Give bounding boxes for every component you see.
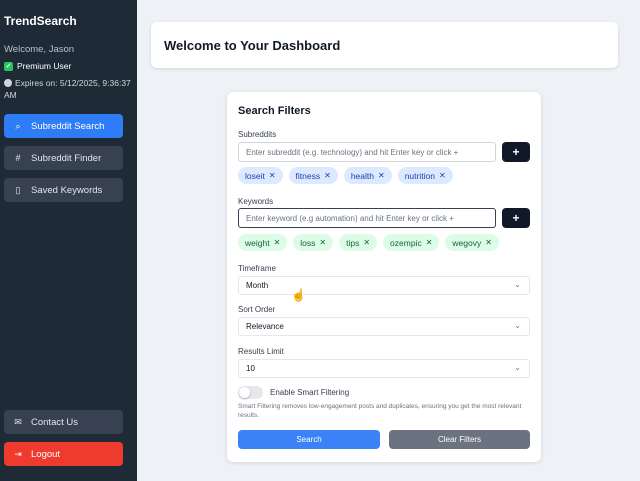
bookmark-icon: ▯: [15, 184, 21, 195]
close-icon[interactable]: ✕: [426, 238, 433, 247]
smart-filtering-label: Enable Smart Filtering: [270, 388, 350, 397]
sort-order-select[interactable]: Relevance ⌄: [238, 317, 530, 336]
close-icon[interactable]: ✕: [319, 238, 326, 247]
tag-keyword[interactable]: loss ✕: [293, 234, 334, 251]
welcome-text: Welcome, Jason: [4, 44, 75, 55]
tag-keyword[interactable]: tips ✕: [339, 234, 378, 251]
clock-icon: [4, 79, 12, 87]
premium-badge: ✓ Premium User: [4, 61, 71, 71]
keyword-placeholder: Enter keyword (e.g automation) and hit E…: [246, 213, 454, 223]
chevron-down-icon: ⌄: [514, 363, 521, 372]
logout-label: Logout: [31, 448, 61, 460]
close-icon[interactable]: ✕: [274, 238, 281, 247]
smart-filtering-toggle[interactable]: [238, 386, 263, 399]
smart-filtering-note: Smart Filtering removes low-engagement p…: [238, 403, 522, 419]
timeframe-select[interactable]: Month ⌄: [238, 276, 530, 295]
results-limit-value: 10: [246, 364, 255, 373]
timeframe-value: Month: [246, 281, 269, 290]
brand-title: TrendSearch: [4, 14, 77, 28]
chevron-down-icon: ⌄: [514, 321, 521, 330]
close-icon[interactable]: ✕: [269, 171, 276, 180]
timeframe-label: Timeframe: [238, 264, 276, 273]
close-icon[interactable]: ✕: [363, 238, 370, 247]
tag-subreddit[interactable]: loseit ✕: [238, 167, 283, 184]
clear-filters-button[interactable]: Clear Filters: [389, 430, 530, 449]
sort-order-value: Relevance: [246, 322, 284, 331]
subreddit-input[interactable]: Enter subreddit (e.g. technology) and hi…: [238, 142, 496, 162]
keyword-input[interactable]: Enter keyword (e.g automation) and hit E…: [238, 208, 496, 228]
sort-order-label: Sort Order: [238, 305, 276, 314]
keyword-tags: weight ✕ loss ✕ tips ✕ ozempic ✕ wegovy ✕: [238, 234, 499, 251]
nav-subreddit-search[interactable]: ⌕ Subreddit Search: [4, 114, 123, 138]
sidebar: TrendSearch Welcome, Jason ✓ Premium Use…: [0, 0, 137, 481]
close-icon[interactable]: ✕: [485, 238, 492, 247]
tag-keyword[interactable]: wegovy ✕: [445, 234, 499, 251]
results-limit-label: Results Limit: [238, 347, 284, 356]
check-icon: ✓: [4, 61, 13, 71]
contact-label: Contact Us: [31, 416, 78, 428]
close-icon[interactable]: ✕: [439, 171, 446, 180]
hash-icon: #: [15, 153, 21, 163]
results-limit-select[interactable]: 10 ⌄: [238, 359, 530, 378]
logout-button[interactable]: ⇥ Logout: [4, 442, 123, 466]
contact-us-button[interactable]: ✉ Contact Us: [4, 410, 123, 434]
subreddits-label: Subreddits: [238, 130, 277, 139]
nav-saved-keywords[interactable]: ▯ Saved Keywords: [4, 178, 123, 202]
expiry-text: Expires on: 5/12/2025, 9:36:37 AM: [4, 78, 131, 100]
mail-icon: ✉: [14, 416, 22, 427]
tag-subreddit[interactable]: nutrition ✕: [397, 167, 453, 184]
keywords-label: Keywords: [238, 197, 274, 206]
subreddit-placeholder: Enter subreddit (e.g. technology) and hi…: [246, 147, 459, 157]
page-title: Welcome to Your Dashboard: [164, 38, 341, 53]
add-keyword-button[interactable]: +: [502, 208, 530, 228]
nav-label: Saved Keywords: [31, 184, 103, 196]
close-icon[interactable]: ✕: [324, 171, 331, 180]
plus-icon: +: [512, 211, 520, 225]
toggle-knob: [239, 387, 250, 398]
cursor-icon: ☝: [291, 288, 306, 302]
nav-subreddit-finder[interactable]: # Subreddit Finder: [4, 146, 123, 170]
search-icon: ⌕: [15, 120, 21, 131]
panel-title: Search Filters: [238, 105, 311, 117]
add-subreddit-button[interactable]: +: [502, 142, 530, 162]
chevron-down-icon: ⌄: [514, 280, 521, 289]
search-button[interactable]: Search: [238, 430, 380, 449]
header-card: Welcome to Your Dashboard: [151, 22, 618, 68]
nav-label: Subreddit Finder: [31, 152, 102, 164]
tag-subreddit[interactable]: health ✕: [343, 167, 392, 184]
plus-icon: +: [512, 145, 520, 159]
premium-label: Premium User: [17, 61, 72, 71]
logout-icon: ⇥: [14, 448, 22, 459]
search-filters-panel: Search Filters Subreddits Enter subreddi…: [227, 92, 541, 462]
tag-keyword[interactable]: weight ✕: [238, 234, 288, 251]
nav-label: Subreddit Search: [31, 120, 105, 132]
tag-subreddit[interactable]: fitness ✕: [288, 167, 338, 184]
main-content: Welcome to Your Dashboard Search Filters…: [137, 0, 640, 481]
close-icon[interactable]: ✕: [378, 171, 385, 180]
subreddit-tags: loseit ✕ fitness ✕ health ✕ nutrition ✕: [238, 167, 453, 184]
expiry-info: Expires on: 5/12/2025, 9:36:37 AM: [4, 77, 132, 101]
tag-keyword[interactable]: ozempic ✕: [383, 234, 440, 251]
